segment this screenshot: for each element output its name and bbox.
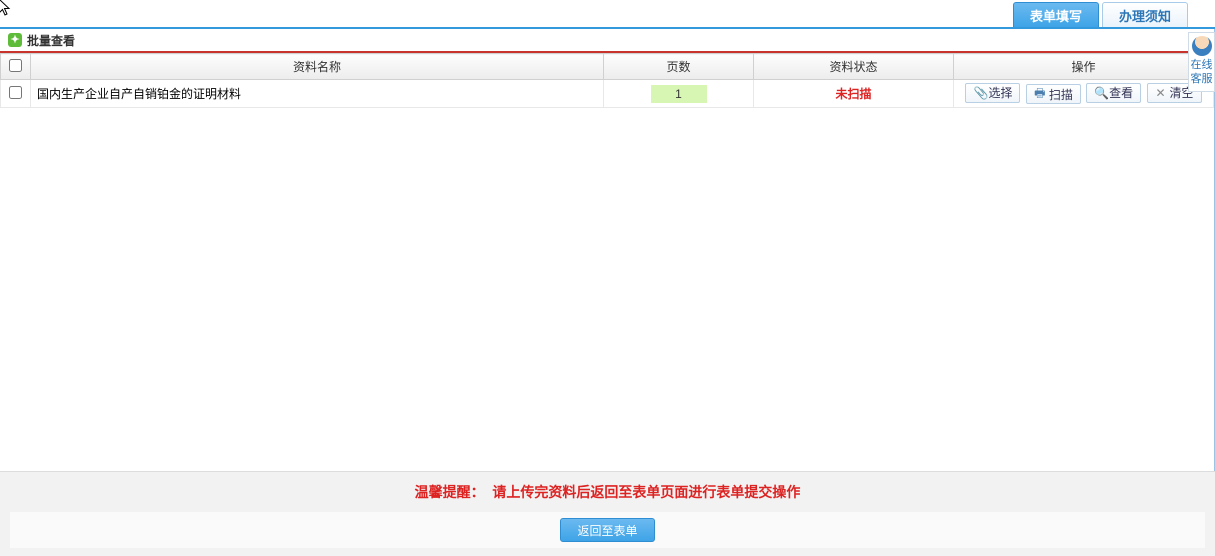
top-bar: 表单填写 办理须知	[0, 0, 1215, 29]
materials-table: 资料名称 页数 资料状态 操作 国内生产企业自产自销铂金的证明材料 1 未扫描 …	[0, 53, 1214, 108]
reminder-text: 请上传完资料后返回至表单页面进行表单提交操作	[492, 484, 800, 500]
reminder-line: 温馨提醒： 请上传完资料后返回至表单页面进行表单提交操作	[0, 482, 1215, 502]
row-pages-cell: 1	[604, 80, 754, 108]
section-batch-view[interactable]: ✦ 批量查看	[0, 29, 1214, 51]
row-pages: 1	[651, 85, 707, 103]
row-status: 未扫描	[835, 87, 871, 101]
side-line2: 客服	[1189, 72, 1214, 86]
scan-label: 扫描	[1049, 86, 1073, 103]
select-label: 选择	[988, 84, 1012, 101]
paperclip-icon: 📎	[973, 86, 985, 100]
tab-form-fill[interactable]: 表单填写	[1013, 2, 1099, 27]
cursor-icon	[0, 0, 14, 21]
col-pages: 页数	[604, 54, 754, 80]
view-label: 查看	[1109, 84, 1133, 101]
col-ops: 操作	[954, 54, 1214, 80]
section-title-label: 批量查看	[27, 32, 75, 49]
table-header-row: 资料名称 页数 资料状态 操作	[1, 54, 1214, 80]
row-ops-cell: 📎选择 🖶扫描 🔍查看 ✕清空	[954, 80, 1214, 108]
select-all-checkbox[interactable]	[9, 59, 22, 72]
bottom-panel: 温馨提醒： 请上传完资料后返回至表单页面进行表单提交操作 返回至表单	[0, 471, 1215, 556]
col-checkbox	[1, 54, 31, 80]
row-checkbox[interactable]	[9, 86, 22, 99]
row-name: 国内生产企业自产自销铂金的证明材料	[31, 80, 604, 108]
view-button[interactable]: 🔍查看	[1086, 83, 1141, 103]
row-checkbox-cell	[1, 80, 31, 108]
reminder-label: 温馨提醒：	[415, 484, 485, 500]
col-status: 资料状态	[754, 54, 954, 80]
top-tabs: 表单填写 办理须知	[1013, 2, 1188, 27]
avatar-icon	[1192, 36, 1212, 56]
select-button[interactable]: 📎选择	[965, 83, 1020, 103]
online-service-widget[interactable]: 在线 客服	[1188, 32, 1215, 92]
back-to-form-button[interactable]: 返回至表单	[560, 518, 654, 542]
printer-icon: 🖶	[1034, 84, 1046, 105]
table-row: 国内生产企业自产自销铂金的证明材料 1 未扫描 📎选择 🖶扫描 🔍查看 ✕清空	[1, 80, 1214, 108]
scan-button[interactable]: 🖶扫描	[1026, 84, 1081, 104]
tab-instructions[interactable]: 办理须知	[1102, 2, 1188, 27]
close-icon: ✕	[1155, 86, 1167, 100]
plus-icon: ✦	[8, 33, 22, 47]
button-row: 返回至表单	[10, 512, 1205, 548]
row-status-cell: 未扫描	[754, 80, 954, 108]
side-line1: 在线	[1189, 58, 1214, 72]
col-name: 资料名称	[31, 54, 604, 80]
magnifier-icon: 🔍	[1094, 86, 1106, 100]
